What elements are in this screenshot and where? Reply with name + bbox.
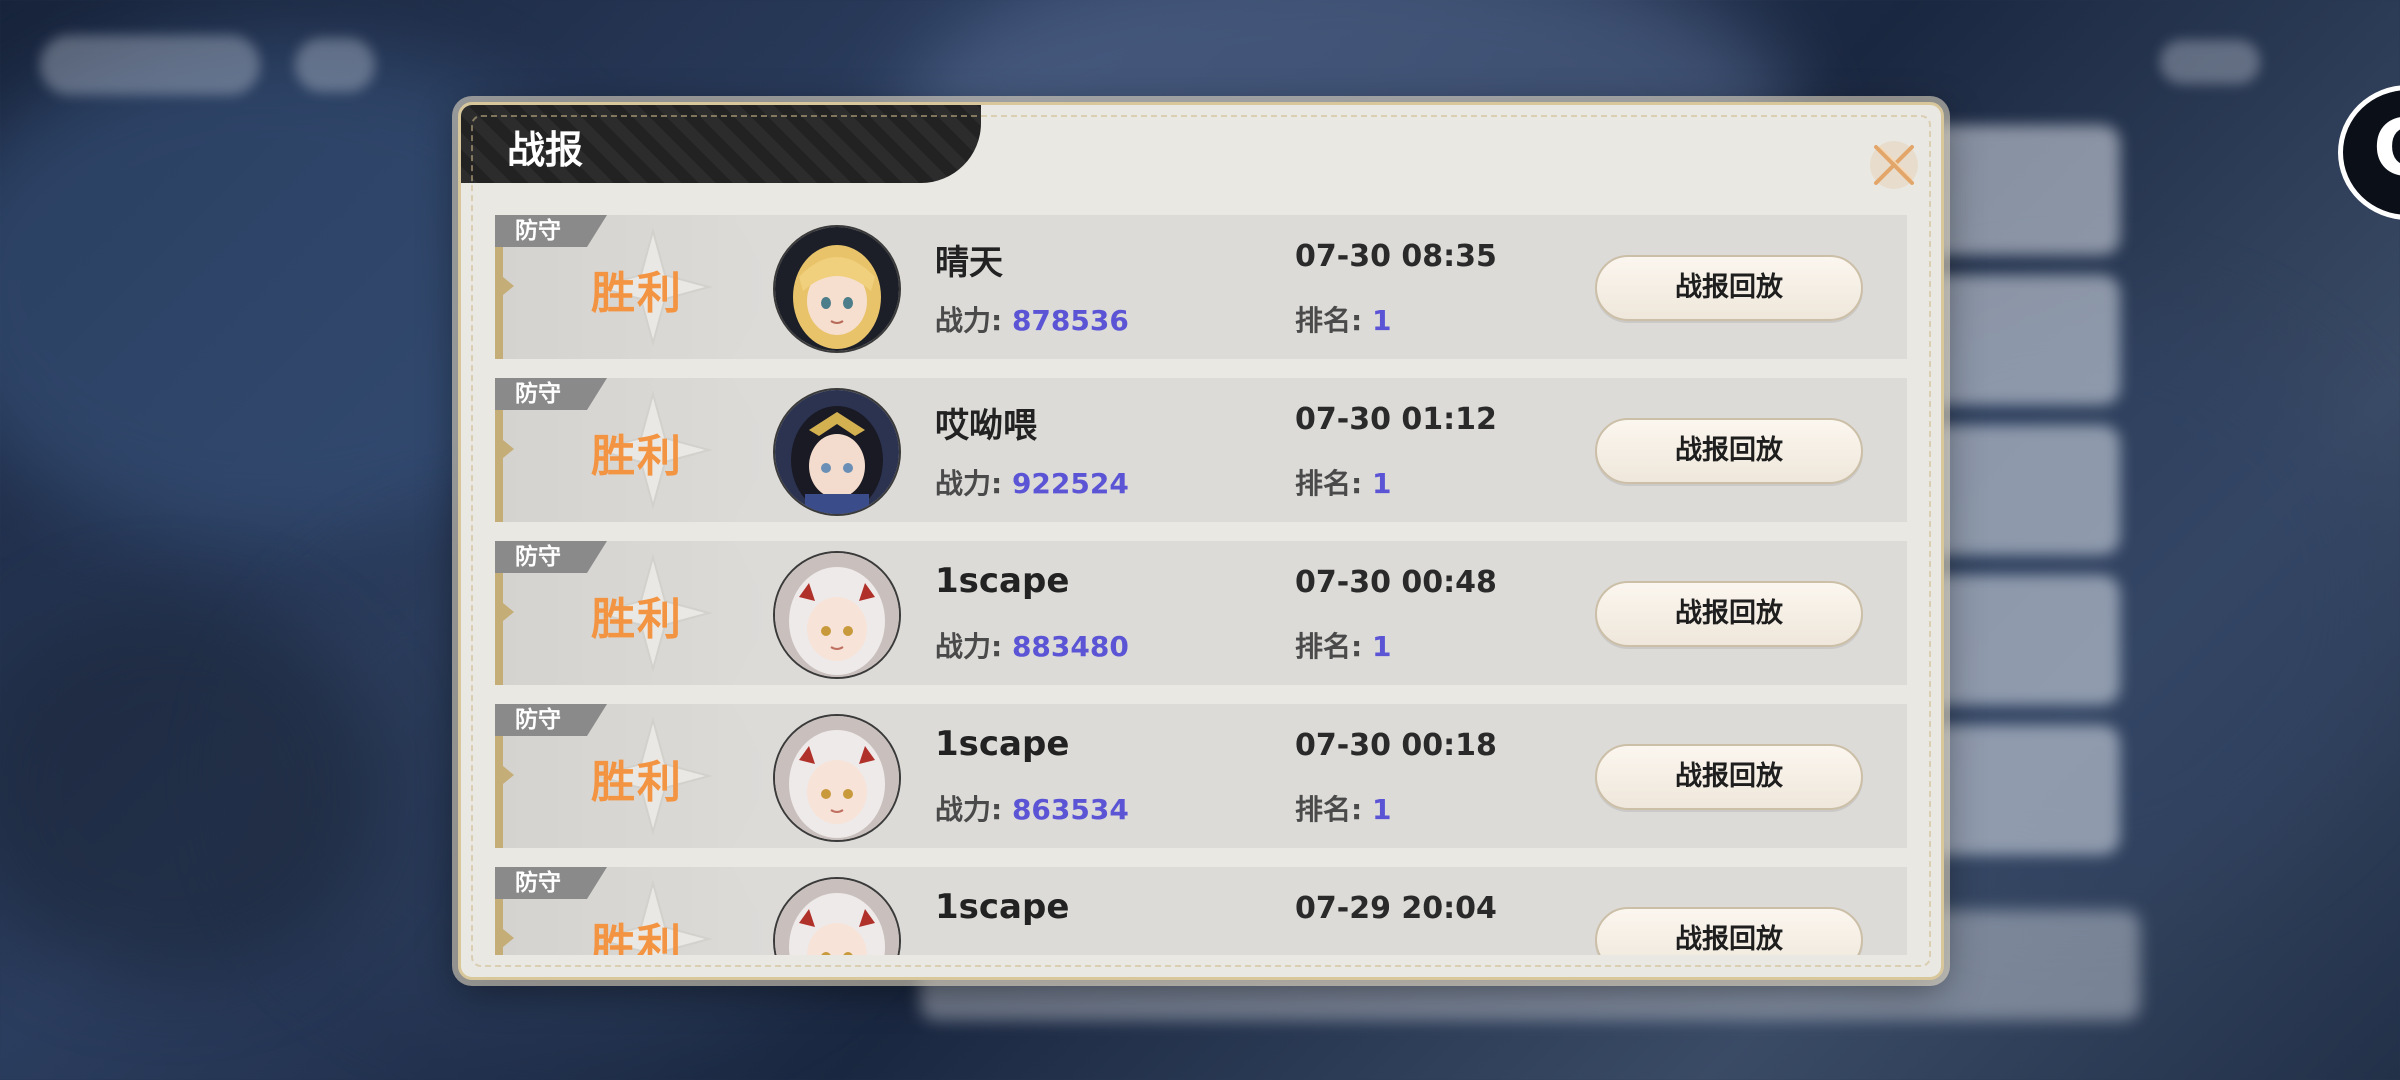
rank-field: 排名: 1 — [1295, 299, 1391, 339]
battle-record-row: 防守 胜利 1scape 战力: 863534 07-30 00:18 排名: 1 战报回放 — [495, 704, 1907, 848]
white-hair-girl-avatar[interactable] — [773, 877, 901, 955]
power-label: 战力: — [935, 304, 1003, 337]
power-value: 922524 — [1011, 467, 1129, 500]
rank-value: 1 — [1371, 630, 1392, 663]
battle-time: 07-30 00:48 — [1295, 565, 1497, 600]
battle-time: 07-30 01:12 — [1295, 402, 1497, 437]
opponent-name: 1scape — [935, 887, 1070, 927]
row-accent-arrow-icon — [503, 440, 514, 458]
rank-value: 1 — [1371, 467, 1392, 500]
title-tab: 战报 — [461, 105, 981, 183]
row-accent-arrow-icon — [503, 929, 514, 947]
battle-result: 胜利 — [591, 268, 683, 319]
row-accent-arrow-icon — [503, 766, 514, 784]
power-label: 战力: — [935, 467, 1003, 500]
side-menu-letter: C — [2373, 104, 2400, 194]
battle-result: 胜利 — [591, 594, 683, 645]
dark-hair-girl-avatar[interactable] — [773, 388, 901, 516]
rank-label: 排名: — [1295, 630, 1363, 663]
rank-value: 1 — [1371, 304, 1392, 337]
battle-result: 胜利 — [591, 431, 683, 482]
replay-button[interactable]: 战报回放 — [1595, 907, 1863, 955]
close-button[interactable] — [1866, 137, 1922, 193]
white-hair-girl-avatar[interactable] — [773, 551, 901, 679]
rank-label: 排名: — [1295, 304, 1363, 337]
power-field: 战力: 883480 — [935, 625, 1129, 665]
battle-time: 07-29 20:04 — [1295, 891, 1497, 926]
white-hair-girl-avatar[interactable] — [773, 714, 901, 842]
opponent-name: 哎呦喂 — [935, 406, 1037, 446]
power-field: 战力: 878536 — [935, 299, 1129, 339]
battle-record-list[interactable]: 防守 胜利 晴天 战力: 878536 07-30 08:35 排名: 1 战报回放 防守 胜利… — [495, 215, 1907, 955]
power-field: 战力: 922524 — [935, 462, 1129, 502]
battle-record-row: 防守 胜利 晴天 战力: 878536 07-30 08:35 排名: 1 战报回放 — [495, 215, 1907, 359]
battle-record-row: 防守 胜利 1scape 07-29 20:04 战报回放 — [495, 867, 1907, 955]
power-label: 战力: — [935, 793, 1003, 826]
battle-time: 07-30 08:35 — [1295, 239, 1497, 274]
rank-value: 1 — [1371, 793, 1392, 826]
power-value: 883480 — [1011, 630, 1129, 663]
rank-field: 排名: 1 — [1295, 462, 1391, 502]
rank-field: 排名: 1 — [1295, 625, 1391, 665]
opponent-name: 晴天 — [935, 243, 1003, 283]
battle-time: 07-30 00:18 — [1295, 728, 1497, 763]
dialog-title: 战报 — [507, 128, 584, 172]
blonde-girl-avatar[interactable] — [773, 225, 901, 353]
row-accent-arrow-icon — [503, 603, 514, 621]
rank-label: 排名: — [1295, 467, 1363, 500]
replay-button[interactable]: 战报回放 — [1595, 581, 1863, 647]
replay-button[interactable]: 战报回放 — [1595, 744, 1863, 810]
power-field: 战力: 863534 — [935, 788, 1129, 828]
power-value: 878536 — [1011, 304, 1129, 337]
power-value: 863534 — [1011, 793, 1129, 826]
battle-record-row: 防守 胜利 哎呦喂 战力: 922524 07-30 01:12 排名: 1 战报回放 — [495, 378, 1907, 522]
power-label: 战力: — [935, 630, 1003, 663]
replay-button[interactable]: 战报回放 — [1595, 418, 1863, 484]
opponent-name: 1scape — [935, 724, 1070, 764]
battle-record-row: 防守 胜利 1scape 战力: 883480 07-30 00:48 排名: 1 战报回放 — [495, 541, 1907, 685]
battle-result: 胜利 — [591, 757, 683, 808]
row-accent-arrow-icon — [503, 277, 514, 295]
battle-report-dialog: 战报 防守 胜利 晴天 战力: 878536 07-30 08:35 排名: 1 战报回放防… — [458, 102, 1944, 980]
rank-field: 排名: 1 — [1295, 788, 1391, 828]
battle-result: 胜利 — [591, 920, 683, 955]
close-x-icon — [1870, 141, 1918, 189]
opponent-name: 1scape — [935, 561, 1070, 601]
side-menu-button[interactable]: C — [2338, 85, 2400, 220]
replay-button[interactable]: 战报回放 — [1595, 255, 1863, 321]
rank-label: 排名: — [1295, 793, 1363, 826]
